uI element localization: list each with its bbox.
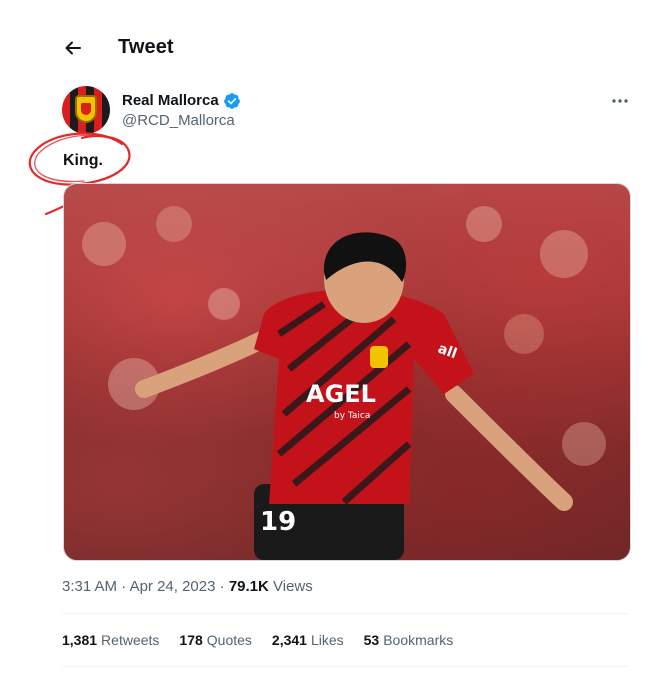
more-options-button[interactable] [606, 92, 634, 110]
views-label: Views [273, 578, 313, 595]
meta-separator: · [219, 578, 225, 595]
back-button[interactable] [62, 37, 84, 59]
likes-stat[interactable]: 2,341 Likes [272, 632, 344, 648]
club-crest-icon [75, 95, 97, 123]
tweet-date[interactable]: Apr 24, 2023 [130, 578, 216, 595]
tweet-media-photo[interactable]: AGEL by Taica all 19 [63, 183, 631, 561]
jersey-sponsor-subtext: by Taica [334, 411, 370, 421]
tweet-meta: 3:31 AM · Apr 24, 2023 · 79.1K Views [62, 578, 313, 595]
meta-separator: · [121, 578, 127, 595]
arrow-left-icon [65, 41, 81, 54]
player-illustration: AGEL by Taica all 19 [82, 206, 606, 560]
quotes-stat[interactable]: 178 Quotes [179, 632, 252, 648]
tweet-text: King. [63, 152, 103, 169]
tweet-time[interactable]: 3:31 AM [62, 578, 117, 595]
retweets-stat[interactable]: 1,381 Retweets [62, 632, 159, 648]
page-title: Tweet [118, 36, 174, 58]
divider [62, 613, 628, 614]
jersey-sponsor-text: AGEL [306, 380, 376, 408]
author-display-name-row[interactable]: Real Mallorca [122, 92, 241, 110]
author-display-name: Real Mallorca [122, 92, 219, 109]
jersey-number: 19 [260, 507, 296, 537]
tweet-stats: 1,381 Retweets 178 Quotes 2,341 Likes 53 Boo… [62, 632, 473, 648]
tweet-header: Tweet [62, 36, 174, 59]
views-count: 79.1K [228, 578, 269, 595]
bookmarks-stat[interactable]: 53 Bookmarks [364, 632, 454, 648]
author-names: Real Mallorca @RCD_Mallorca [122, 92, 241, 129]
more-dots-icon [612, 99, 628, 103]
verified-badge-icon [223, 92, 240, 109]
divider [62, 666, 628, 667]
